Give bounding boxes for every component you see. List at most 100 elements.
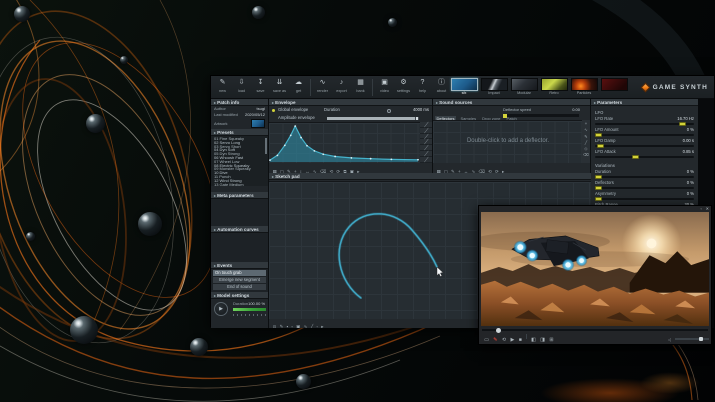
toolbar-get-button[interactable]: ☁ get xyxy=(289,77,308,98)
model-tab-Particles[interactable]: Particles xyxy=(569,77,599,99)
slice-icon[interactable]: ╱ xyxy=(582,140,590,145)
parameter-slider-handle[interactable] xyxy=(631,154,639,159)
prev-frame-icon[interactable]: ◧ xyxy=(531,335,536,345)
preset-scrollbar[interactable] xyxy=(265,138,267,154)
parameter-slider-handle[interactable] xyxy=(679,121,687,126)
parameter-slider[interactable] xyxy=(595,154,694,159)
volume-icon[interactable]: ◁ xyxy=(668,337,671,342)
line-tool-icon[interactable]: ╱ xyxy=(311,322,314,328)
curve-preset-icon[interactable]: ╱ xyxy=(420,157,432,163)
model-settings-header[interactable]: Model settings xyxy=(211,292,268,299)
parameter-slider[interactable] xyxy=(594,196,694,201)
sound-sources-toolbar: ▦ ◻ ✎ + ↔ ∿ ⌫ ⟲ ⟳ ▸ xyxy=(435,164,590,173)
parameter-slider-handle[interactable] xyxy=(594,196,602,201)
level-meter[interactable] xyxy=(233,308,266,311)
presets-header[interactable]: Presets xyxy=(211,129,268,136)
toolbar-save-as-button[interactable]: ⇊ save as xyxy=(270,77,289,98)
parameter-slider-handle[interactable] xyxy=(594,132,602,137)
toolbar-button-label: save as xyxy=(272,89,287,93)
parameter-slider-handle[interactable] xyxy=(596,143,604,148)
preset-list[interactable]: 01 Fine Squeaky 02 Servo Long 03 Servo Sho… xyxy=(211,136,268,186)
model-tab-Modular[interactable]: Modular xyxy=(509,77,539,99)
events-header[interactable]: Events xyxy=(211,262,268,269)
pencil-icon[interactable]: ✎ xyxy=(582,134,590,139)
deflector-speed-slider[interactable] xyxy=(503,113,579,118)
artwork-row: Artwork xyxy=(211,118,268,129)
parameter-slider-handle[interactable] xyxy=(594,174,602,179)
toolbar-load-button[interactable]: ⇩ load xyxy=(232,77,251,98)
display-mode-icon[interactable]: ▭ xyxy=(484,335,489,345)
magnet-icon[interactable]: ◇ xyxy=(582,146,590,151)
toolbar-help-button[interactable]: ? help xyxy=(413,77,432,98)
toolbar-export-button[interactable]: ♪ export xyxy=(332,77,351,98)
event-item[interactable]: End of sound xyxy=(213,284,266,290)
model-tab-Retro[interactable]: Retro xyxy=(539,77,569,99)
video-window: ▫ ✕ ▭ ✎ ⟲ ▶ ■ ◧ ◨ ⊞ ◁ xyxy=(478,205,712,345)
envelope-header[interactable]: Envelope xyxy=(269,99,432,106)
deflector-canvas[interactable]: Double-click to add a deflector. xyxy=(433,120,583,163)
parameter-label: LFO Damp xyxy=(595,138,616,143)
sound-sources-header[interactable]: Sound sources xyxy=(433,99,590,106)
amplitude-slider[interactable] xyxy=(327,116,419,120)
current-frame-icon[interactable]: ◨ xyxy=(540,335,545,345)
event-item[interactable]: Emerge new segment xyxy=(213,277,266,283)
parameter-row: Duration 0 % xyxy=(594,169,694,180)
envelope-graph[interactable] xyxy=(269,122,420,163)
artwork-thumbnail[interactable] xyxy=(251,119,265,128)
video-seek-bar[interactable] xyxy=(482,327,708,333)
level-fill xyxy=(233,308,266,311)
frame-tool-icon[interactable]: ▣ xyxy=(296,322,300,328)
parameter-slider[interactable] xyxy=(595,143,694,148)
toolbar-button-label: settings xyxy=(396,89,411,93)
parameter-slider[interactable] xyxy=(594,132,694,137)
stop-icon[interactable]: ■ xyxy=(519,335,522,345)
pencil-tool-icon[interactable]: ✎ xyxy=(280,322,284,328)
toolbar-settings-button[interactable]: ⚙ settings xyxy=(394,77,413,98)
parameter-slider[interactable] xyxy=(595,121,694,126)
deflector-speed-handle[interactable] xyxy=(503,113,507,118)
volume-handle[interactable] xyxy=(698,336,703,341)
desktop: ✎ new ⇩ load ↧ save ⇊ save as ☁ get ∿ render ♪ export… xyxy=(0,0,715,402)
preset-item[interactable]: 13 Gate Medium xyxy=(211,182,268,186)
duration-value: 100.00 % xyxy=(248,301,265,306)
global-envelope-toggle-icon[interactable] xyxy=(272,109,275,112)
toolbar-render-button[interactable]: ∿ render xyxy=(313,77,332,98)
volume-slider[interactable] xyxy=(675,336,709,341)
model-tab-Impact[interactable]: Impact xyxy=(479,77,509,99)
dot-tool-icon[interactable]: ◦ xyxy=(316,322,318,328)
erase-icon[interactable]: ⌫ xyxy=(582,152,590,157)
toolbar-bank-button[interactable]: ▦ bank xyxy=(351,77,370,98)
next-frame-icon[interactable]: ⊞ xyxy=(549,335,553,345)
automation-curves-body: ◂▸+ xyxy=(211,233,268,270)
amplitude-slider-handle[interactable] xyxy=(416,116,418,120)
model-tab-partial[interactable] xyxy=(599,77,629,99)
meta-parameters-header[interactable]: Meta parameters xyxy=(211,192,268,199)
toolbar-new-button[interactable]: ✎ new xyxy=(213,77,232,98)
parameters-header[interactable]: Parameters xyxy=(591,99,698,106)
annotate-icon[interactable]: ✎ xyxy=(493,335,497,345)
loop-icon[interactable]: ⟲ xyxy=(502,335,506,345)
toolbar-video-button[interactable]: ▣ video xyxy=(375,77,394,98)
video-icon: ▣ xyxy=(381,79,388,86)
play-stroke-icon[interactable]: ▸ xyxy=(321,322,323,328)
sketch-pad-header[interactable]: Sketch pad xyxy=(269,173,591,180)
play-icon[interactable]: ▶ xyxy=(510,335,514,345)
target-tool-icon[interactable]: ⊙ xyxy=(273,322,277,328)
parameter-slider-handle[interactable] xyxy=(594,185,602,190)
toolbar-save-button[interactable]: ↧ save xyxy=(251,77,270,98)
toolbar-button-label: help xyxy=(418,89,427,93)
env-duration-value: 4000 ms xyxy=(412,107,429,112)
point-small-icon[interactable]: ▪ xyxy=(287,322,289,328)
parameter-slider[interactable] xyxy=(594,185,694,190)
curve-icon[interactable]: ∿ xyxy=(582,127,590,132)
add-deflector-icon[interactable]: + xyxy=(582,121,590,126)
patch-info-header[interactable]: Patch info xyxy=(211,99,268,106)
link-icon[interactable] xyxy=(387,108,391,113)
wave-tool-icon[interactable]: ∿ xyxy=(304,322,308,328)
point-open-icon[interactable]: ▫ xyxy=(291,322,293,328)
model-tab-sfx[interactable]: sfx xyxy=(449,77,479,99)
parameter-slider[interactable] xyxy=(594,174,694,179)
play-button[interactable]: ▶ xyxy=(214,302,228,316)
video-screen[interactable] xyxy=(481,212,709,326)
automation-curves-header[interactable]: Automation curves xyxy=(211,226,268,233)
